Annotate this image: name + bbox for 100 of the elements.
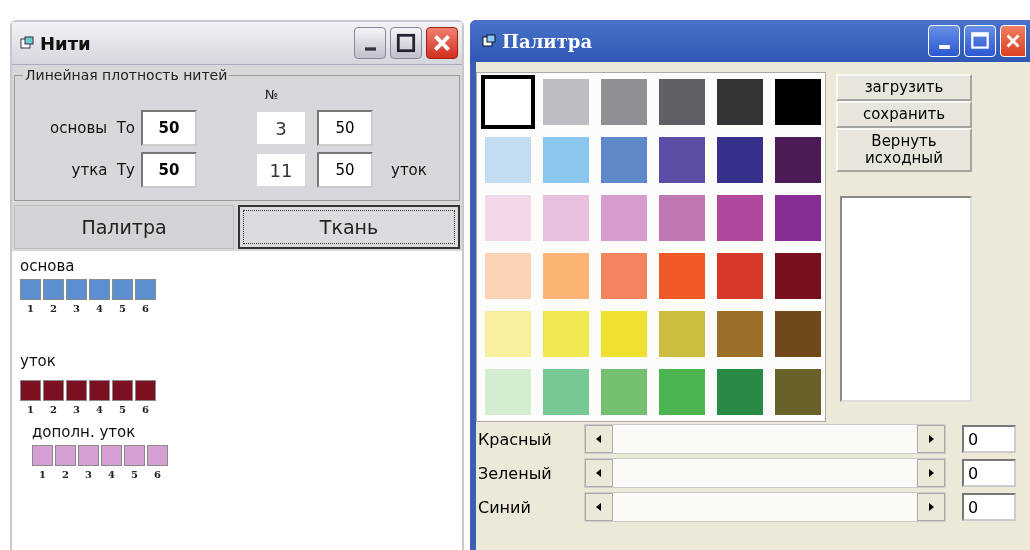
- color-swatch[interactable]: [601, 253, 647, 299]
- thread-swatch[interactable]: [78, 445, 99, 466]
- thread-swatch[interactable]: [20, 279, 41, 300]
- thread-swatch[interactable]: [89, 279, 110, 300]
- color-swatch[interactable]: [775, 195, 821, 241]
- color-swatch[interactable]: [485, 137, 531, 183]
- thread-number: 5: [131, 469, 138, 480]
- color-swatch[interactable]: [775, 137, 821, 183]
- color-swatch[interactable]: [543, 195, 589, 241]
- thread-swatch[interactable]: [20, 380, 41, 401]
- palette-button[interactable]: Вернуть исходный: [836, 128, 972, 172]
- thread-swatch[interactable]: [112, 279, 133, 300]
- thread-number: 6: [154, 469, 161, 480]
- thread-number: 2: [50, 303, 57, 314]
- scroll-right-button[interactable]: [917, 493, 945, 521]
- color-swatch[interactable]: [543, 369, 589, 415]
- color-swatch[interactable]: [717, 253, 763, 299]
- color-swatch[interactable]: [717, 79, 763, 125]
- slider-label: Красный: [477, 429, 553, 449]
- color-swatch[interactable]: [543, 79, 589, 125]
- scroll-right-button[interactable]: [917, 459, 945, 487]
- color-swatch[interactable]: [659, 311, 705, 357]
- scrollbar[interactable]: [584, 458, 946, 488]
- thread-swatch[interactable]: [43, 380, 64, 401]
- thread-swatch[interactable]: [66, 380, 87, 401]
- color-swatch[interactable]: [485, 369, 531, 415]
- color-swatch[interactable]: [659, 79, 705, 125]
- color-swatch[interactable]: [601, 137, 647, 183]
- slider-label: Зеленый: [477, 463, 553, 483]
- color-swatch[interactable]: [717, 137, 763, 183]
- close-icon: [431, 32, 453, 54]
- maximize-button[interactable]: [390, 27, 422, 59]
- thread-number: 5: [119, 404, 126, 415]
- color-swatch[interactable]: [543, 311, 589, 357]
- color-swatch[interactable]: [775, 79, 821, 125]
- color-swatch[interactable]: [717, 369, 763, 415]
- thread-swatch[interactable]: [147, 445, 168, 466]
- scrollbar[interactable]: [584, 424, 946, 454]
- group-legend: Линейная плотность нитей: [23, 67, 230, 83]
- color-swatch[interactable]: [601, 369, 647, 415]
- thread-swatch[interactable]: [43, 279, 64, 300]
- scroll-left-button[interactable]: [585, 459, 613, 487]
- thread-set-label: дополн. уток: [32, 423, 137, 441]
- palette-button[interactable]: сохранить: [836, 101, 972, 128]
- color-swatch[interactable]: [775, 253, 821, 299]
- scrollbar[interactable]: [584, 492, 946, 522]
- tab[interactable]: Ткань: [238, 205, 460, 249]
- color-swatch[interactable]: [601, 79, 647, 125]
- color-swatch[interactable]: [485, 195, 531, 241]
- color-swatch[interactable]: [659, 253, 705, 299]
- left-arrow-icon: [595, 502, 603, 512]
- tab[interactable]: Палитра: [14, 205, 234, 249]
- palette-button[interactable]: загрузить: [836, 74, 972, 101]
- value-field[interactable]: 0: [962, 493, 1016, 521]
- color-swatch[interactable]: [601, 195, 647, 241]
- thread-swatch[interactable]: [55, 445, 76, 466]
- color-swatch[interactable]: [543, 253, 589, 299]
- density-field[interactable]: 50: [317, 110, 373, 146]
- window-icon: [482, 34, 496, 48]
- color-swatch[interactable]: [775, 311, 821, 357]
- color-swatch[interactable]: [485, 311, 531, 357]
- thread-swatch[interactable]: [135, 279, 156, 300]
- thread-number: 3: [257, 112, 305, 144]
- warp-field[interactable]: 50: [141, 110, 197, 146]
- color-swatch[interactable]: [481, 75, 535, 129]
- row-label: уток: [390, 161, 428, 179]
- weft-field[interactable]: 50: [141, 152, 197, 188]
- left-arrow-icon: [595, 434, 603, 444]
- slider-label: Синий: [477, 497, 532, 517]
- thread-number: 2: [50, 404, 57, 415]
- color-swatch[interactable]: [543, 137, 589, 183]
- thread-number: 3: [85, 469, 92, 480]
- thread-swatch[interactable]: [101, 445, 122, 466]
- scroll-right-button[interactable]: [917, 425, 945, 453]
- color-swatch[interactable]: [485, 253, 531, 299]
- density-field[interactable]: 50: [317, 152, 373, 188]
- color-swatch[interactable]: [659, 195, 705, 241]
- color-swatch[interactable]: [717, 311, 763, 357]
- thread-number: 2: [62, 469, 69, 480]
- right-arrow-icon: [927, 468, 935, 478]
- color-swatch[interactable]: [775, 369, 821, 415]
- color-swatch[interactable]: [659, 369, 705, 415]
- color-swatch[interactable]: [659, 137, 705, 183]
- thread-swatch[interactable]: [112, 380, 133, 401]
- thread-swatch[interactable]: [124, 445, 145, 466]
- scroll-left-button[interactable]: [585, 493, 613, 521]
- color-swatch[interactable]: [717, 195, 763, 241]
- close-button[interactable]: [426, 27, 458, 59]
- thread-swatch[interactable]: [32, 445, 53, 466]
- thread-swatch[interactable]: [89, 380, 110, 401]
- thread-number: 6: [142, 303, 149, 314]
- value-field[interactable]: 0: [962, 425, 1016, 453]
- window-icon: [20, 36, 34, 50]
- thread-number: 6: [142, 404, 149, 415]
- scroll-left-button[interactable]: [585, 425, 613, 453]
- color-swatch[interactable]: [601, 311, 647, 357]
- thread-swatch[interactable]: [66, 279, 87, 300]
- minimize-button[interactable]: [354, 27, 386, 59]
- value-field[interactable]: 0: [962, 459, 1016, 487]
- thread-swatch[interactable]: [135, 380, 156, 401]
